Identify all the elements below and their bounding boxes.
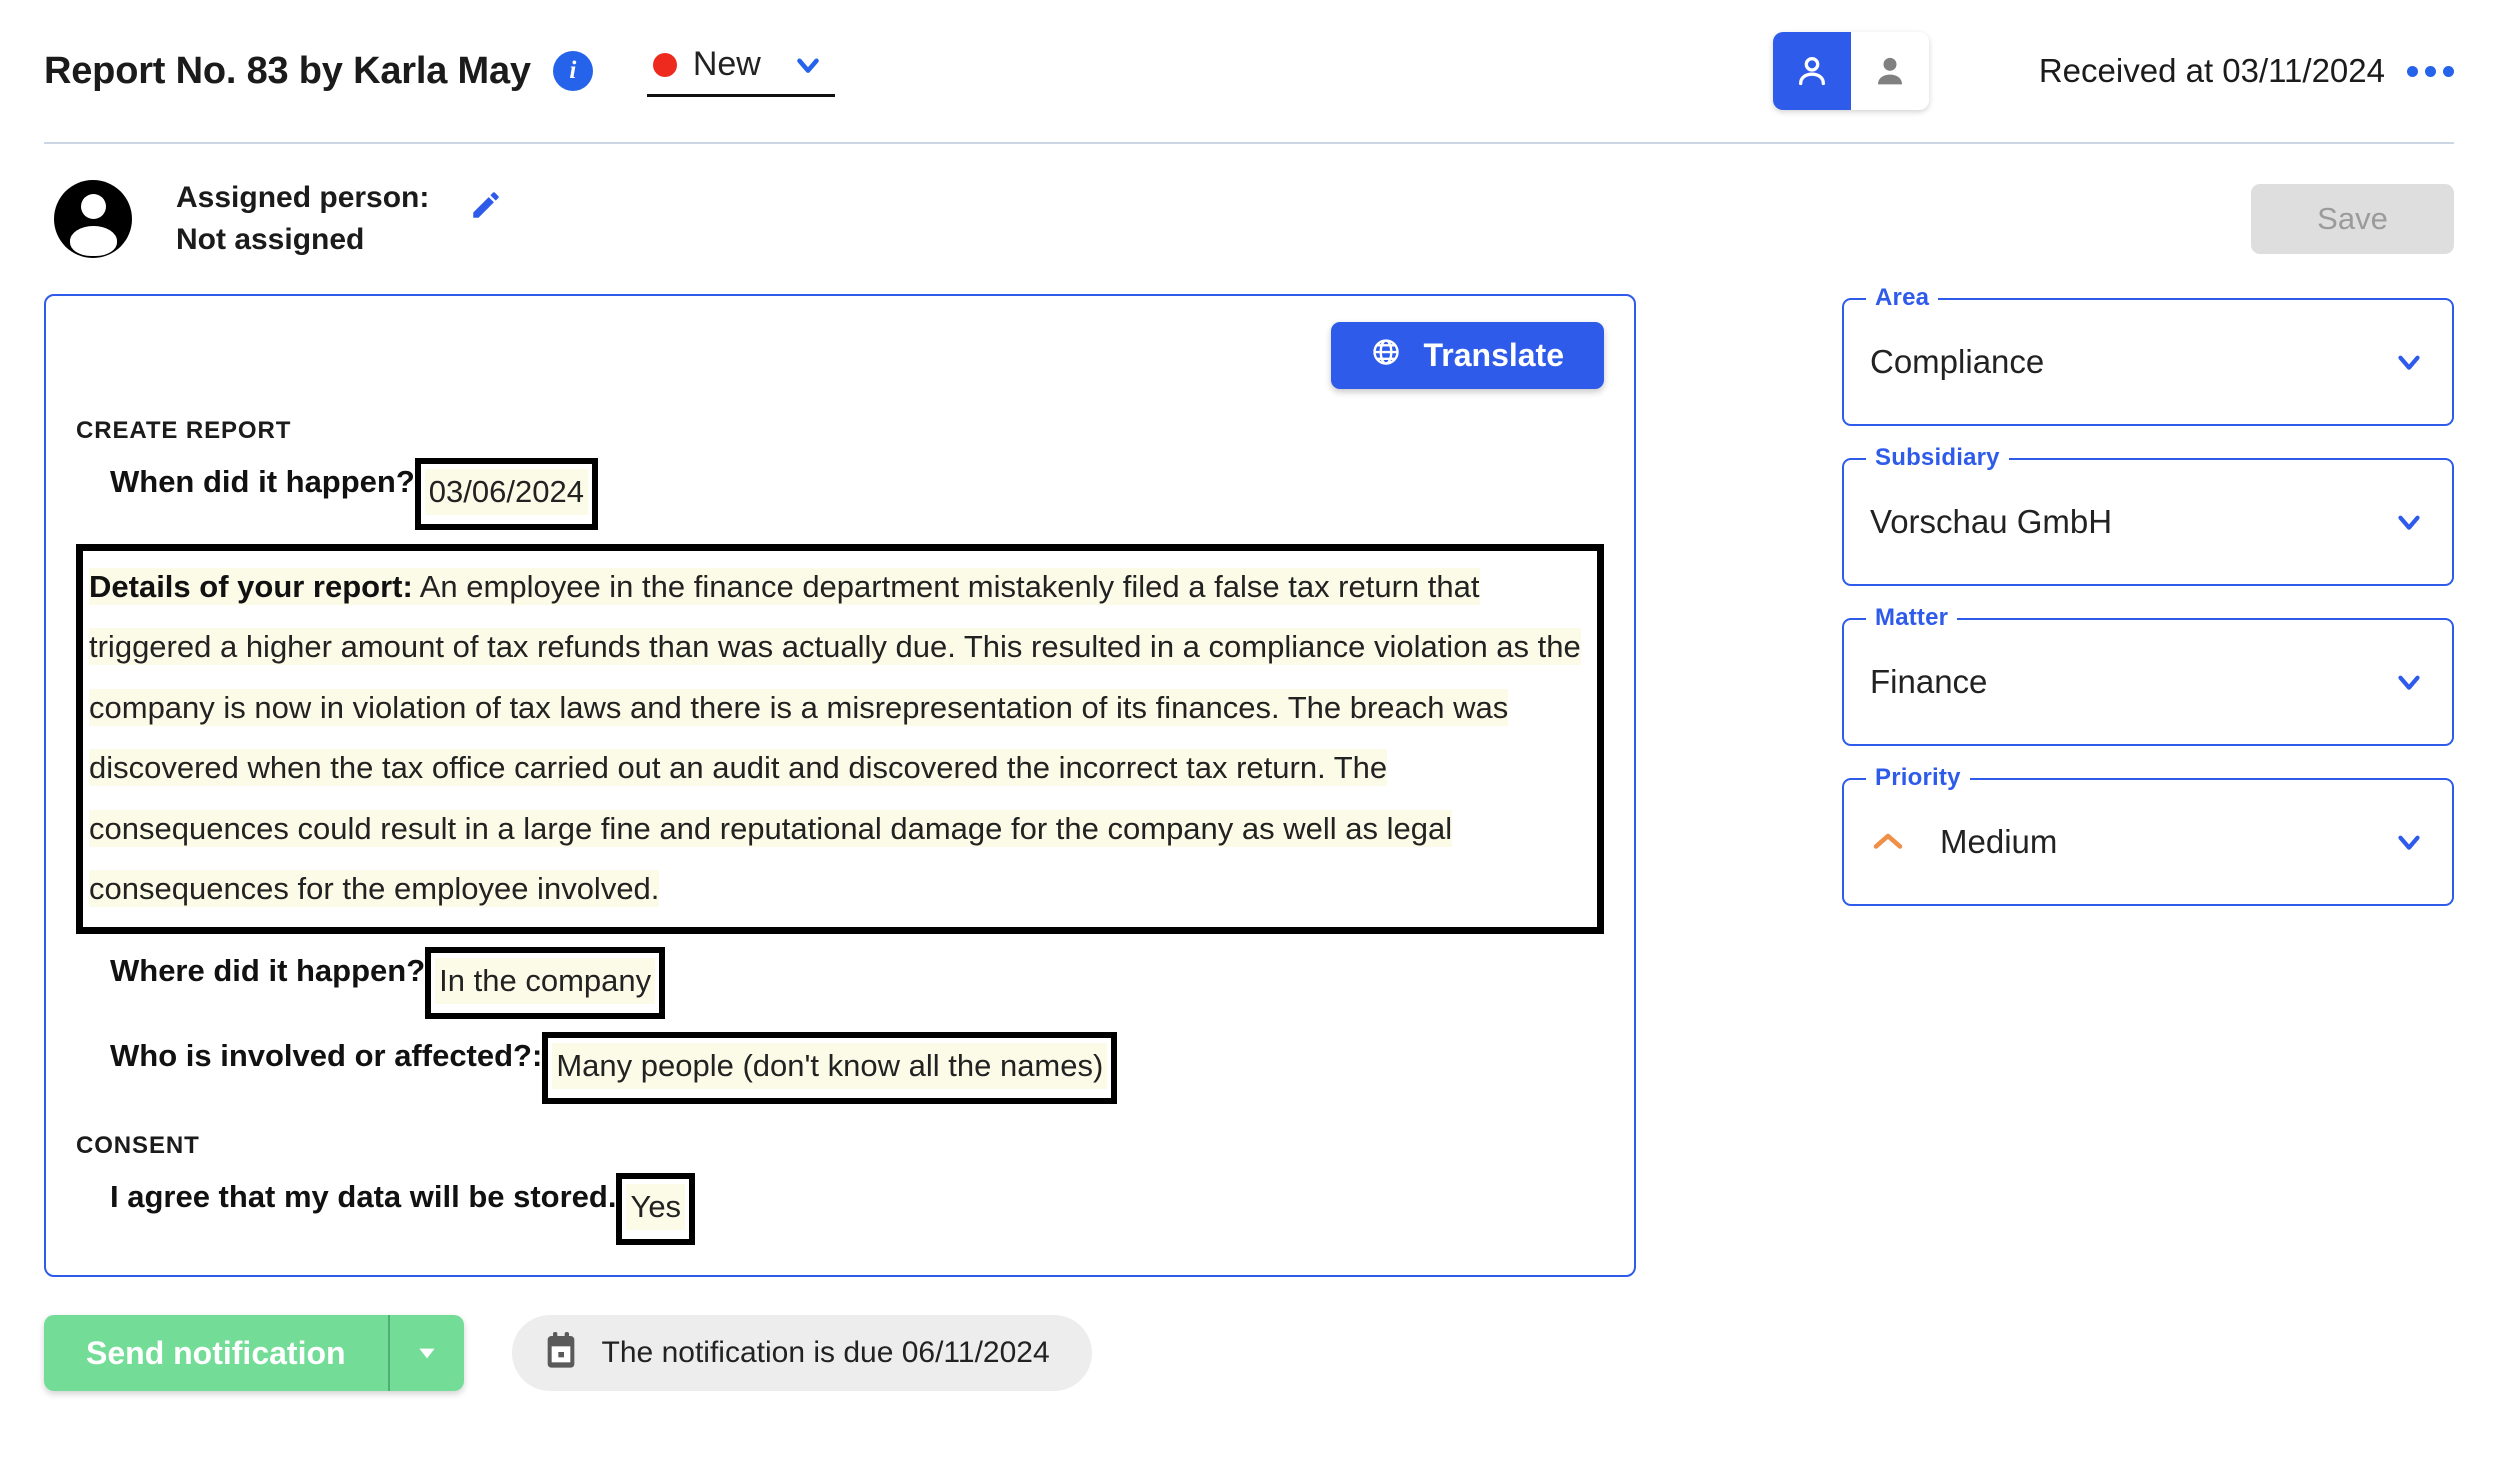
assigned-person-label: Assigned person: — [176, 181, 430, 214]
answer-consent-box: Yes — [616, 1173, 696, 1245]
footer-actions: Send notification The notification is du… — [0, 1277, 2498, 1391]
save-button[interactable]: Save — [2251, 184, 2454, 254]
answer-when-value: 03/06/2024 — [424, 469, 588, 515]
question-where-label: Where did it happen? — [110, 953, 426, 989]
received-date: Received at 03/11/2024 — [2038, 52, 2385, 89]
question-who-label: Who is involved or affected?: — [110, 1038, 543, 1074]
assigned-person-text: Assigned person: Not assigned — [176, 177, 429, 261]
answer-details-text: Details of your report: An employee in t… — [89, 557, 1591, 920]
question-where-row: Where did it happen? In the company — [76, 947, 1604, 1020]
chevron-down-icon[interactable] — [2392, 505, 2426, 539]
field-subsidiary[interactable]: Subsidiary Vorschau GmbH — [1842, 444, 2454, 586]
question-consent-label: I agree that my data will be stored. — [110, 1179, 617, 1215]
translate-row: Translate — [76, 322, 1604, 389]
answer-where-value: In the company — [435, 958, 656, 1005]
field-priority-value: Medium — [1940, 823, 2058, 860]
toggle-assignee-button[interactable] — [1850, 32, 1929, 110]
page-header: Report No. 83 by Karla May i New Receive… — [0, 0, 2498, 142]
assigned-person-value: Not assigned — [176, 223, 365, 256]
field-area[interactable]: Area Compliance — [1842, 284, 2454, 426]
status-dot-icon — [652, 52, 677, 77]
field-priority[interactable]: Priority Medium — [1842, 764, 2454, 906]
field-subsidiary-value: Vorschau GmbH — [1870, 503, 2113, 540]
header-right-group: Received at 03/11/2024 — [1772, 0, 2454, 142]
status-label: New — [692, 45, 761, 83]
question-who-row: Who is involved or affected?: Many peopl… — [76, 1032, 1604, 1105]
translate-button[interactable]: Translate — [1331, 322, 1604, 389]
field-matter-legend: Matter — [1866, 604, 1958, 632]
answer-consent-value: Yes — [626, 1184, 686, 1230]
notification-due-text: The notification is due 06/11/2024 — [601, 1336, 1050, 1369]
details-label: Details of your report: — [89, 568, 413, 604]
question-when-label: When did it happen? — [110, 464, 415, 499]
details-value: An employee in the finance department mi… — [89, 568, 1581, 907]
caret-down-icon[interactable] — [389, 1315, 464, 1391]
toggle-reporter-button[interactable] — [1772, 32, 1851, 110]
calendar-icon — [544, 1331, 578, 1376]
assigned-person-row: Assigned person: Not assigned Save — [0, 144, 2498, 294]
pencil-icon[interactable] — [469, 188, 503, 222]
field-area-legend: Area — [1866, 284, 1939, 312]
status-dropdown[interactable]: New — [646, 45, 835, 97]
chevron-down-icon[interactable] — [2392, 665, 2426, 699]
priority-medium-icon — [1870, 829, 1906, 855]
field-area-value: Compliance — [1870, 343, 2045, 380]
globe-icon — [1371, 337, 1401, 375]
more-options-icon[interactable] — [2407, 65, 2454, 77]
report-attributes-panel: Area Compliance Subsidiary Vorschau GmbH… — [1842, 284, 2454, 938]
section-create-report: CREATE REPORT — [76, 417, 292, 444]
answer-who-value: Many people (don't know all the names) — [552, 1043, 1108, 1090]
answer-details-box: Details of your report: An employee in t… — [76, 543, 1604, 935]
header-left-group: Report No. 83 by Karla May i New — [44, 45, 835, 97]
field-subsidiary-legend: Subsidiary — [1866, 444, 2009, 472]
question-when-row: When did it happen? 03/06/2024 — [76, 458, 1604, 530]
section-consent: CONSENT — [76, 1132, 200, 1160]
person-view-toggle[interactable] — [1772, 32, 1929, 110]
question-consent-row: I agree that my data will be stored. Yes — [76, 1173, 1604, 1245]
page-title: Report No. 83 by Karla May — [44, 49, 531, 92]
field-matter[interactable]: Matter Finance — [1842, 604, 2454, 746]
field-priority-legend: Priority — [1866, 764, 1970, 792]
field-matter-value: Finance — [1870, 663, 1988, 700]
notification-due-pill: The notification is due 06/11/2024 — [511, 1315, 1092, 1391]
user-avatar-icon — [54, 180, 132, 258]
answer-when-box: 03/06/2024 — [414, 458, 598, 530]
info-icon[interactable]: i — [552, 51, 593, 91]
report-card: Translate CREATE REPORT When did it happ… — [44, 294, 1636, 1277]
answer-who-box: Many people (don't know all the names) — [542, 1032, 1118, 1105]
chevron-down-icon[interactable] — [2392, 825, 2426, 859]
send-notification-button[interactable]: Send notification — [44, 1315, 388, 1391]
send-notification-group: Send notification — [44, 1315, 464, 1391]
answer-where-box: In the company — [425, 947, 666, 1020]
translate-button-label: Translate — [1423, 337, 1564, 373]
chevron-down-icon[interactable] — [2392, 345, 2426, 379]
main-content: Translate CREATE REPORT When did it happ… — [0, 284, 2498, 1277]
chevron-down-icon[interactable] — [761, 48, 825, 82]
